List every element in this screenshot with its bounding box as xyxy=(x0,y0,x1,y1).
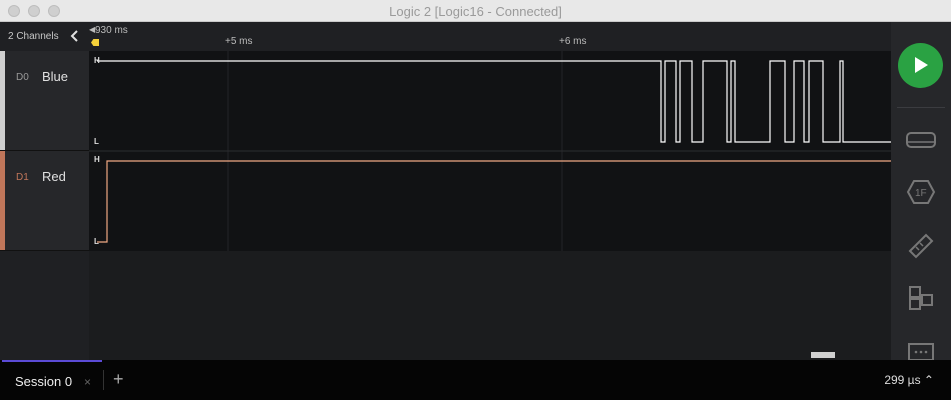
extensions-icon[interactable] xyxy=(906,283,936,313)
title-bar: Logic 2 [Logic16 - Connected] xyxy=(0,0,951,22)
channel-row-d0[interactable]: D0 Blue xyxy=(0,51,89,151)
channel-count-label: 2 Channels xyxy=(8,31,59,42)
analyzers-icon[interactable] xyxy=(906,125,936,155)
window-title: Logic 2 [Logic16 - Connected] xyxy=(389,4,562,19)
channel-row-d1[interactable]: D1 Red xyxy=(0,151,89,251)
tab-divider xyxy=(103,370,104,390)
channel-name[interactable]: Red xyxy=(42,169,66,184)
play-icon xyxy=(915,57,928,73)
empty-channel-area xyxy=(89,251,891,360)
session-tab-label: Session 0 xyxy=(15,374,73,389)
d0-waveform xyxy=(97,60,891,143)
waveform-canvas xyxy=(89,51,891,251)
timeline-ruler[interactable]: ◀ 930 ms +5 ms +6 ms xyxy=(89,22,891,51)
session-bar: Session 0 × + 299 µs ⌃ xyxy=(0,360,951,400)
chevron-left-icon[interactable] xyxy=(70,29,82,43)
horizontal-scrollbar[interactable] xyxy=(89,349,891,360)
channel-color-accent xyxy=(0,151,5,250)
d0-low-label: L xyxy=(94,137,99,146)
channel-color-accent xyxy=(0,51,5,150)
right-sidebar: 1F xyxy=(891,22,951,361)
sidebar-divider xyxy=(897,107,945,108)
timing-readout[interactable]: 299 µs ⌃ xyxy=(884,373,934,387)
add-session-icon[interactable]: + xyxy=(113,369,124,390)
capture-view: 2 Channels ◀ 930 ms +5 ms +6 ms D0 Blue … xyxy=(0,22,891,360)
measure-icon[interactable] xyxy=(906,229,936,259)
d1-waveform xyxy=(97,160,891,243)
channel-name[interactable]: Blue xyxy=(42,69,68,84)
waveform-area[interactable]: H L H L xyxy=(89,51,891,251)
start-capture-button[interactable] xyxy=(898,43,943,88)
scrollbar-thumb[interactable] xyxy=(811,352,835,358)
d1-high-label: H xyxy=(94,155,100,164)
svg-text:1F: 1F xyxy=(915,188,927,199)
timeline-start-label: 930 ms xyxy=(95,25,128,36)
d0-high-label: H xyxy=(94,56,100,65)
channel-id: D0 xyxy=(16,72,29,83)
close-session-icon[interactable]: × xyxy=(84,375,91,389)
time-marker-flag[interactable] xyxy=(91,39,99,46)
timeline-tick-label: +6 ms xyxy=(559,36,587,47)
channels-header: 2 Channels xyxy=(0,22,89,51)
timeline-tick-label: +5 ms xyxy=(225,36,253,47)
channel-id: D1 xyxy=(16,172,29,183)
session-tab[interactable]: Session 0 × xyxy=(2,360,102,400)
d1-low-label: L xyxy=(94,237,99,246)
trigger-icon[interactable]: 1F xyxy=(906,177,936,207)
